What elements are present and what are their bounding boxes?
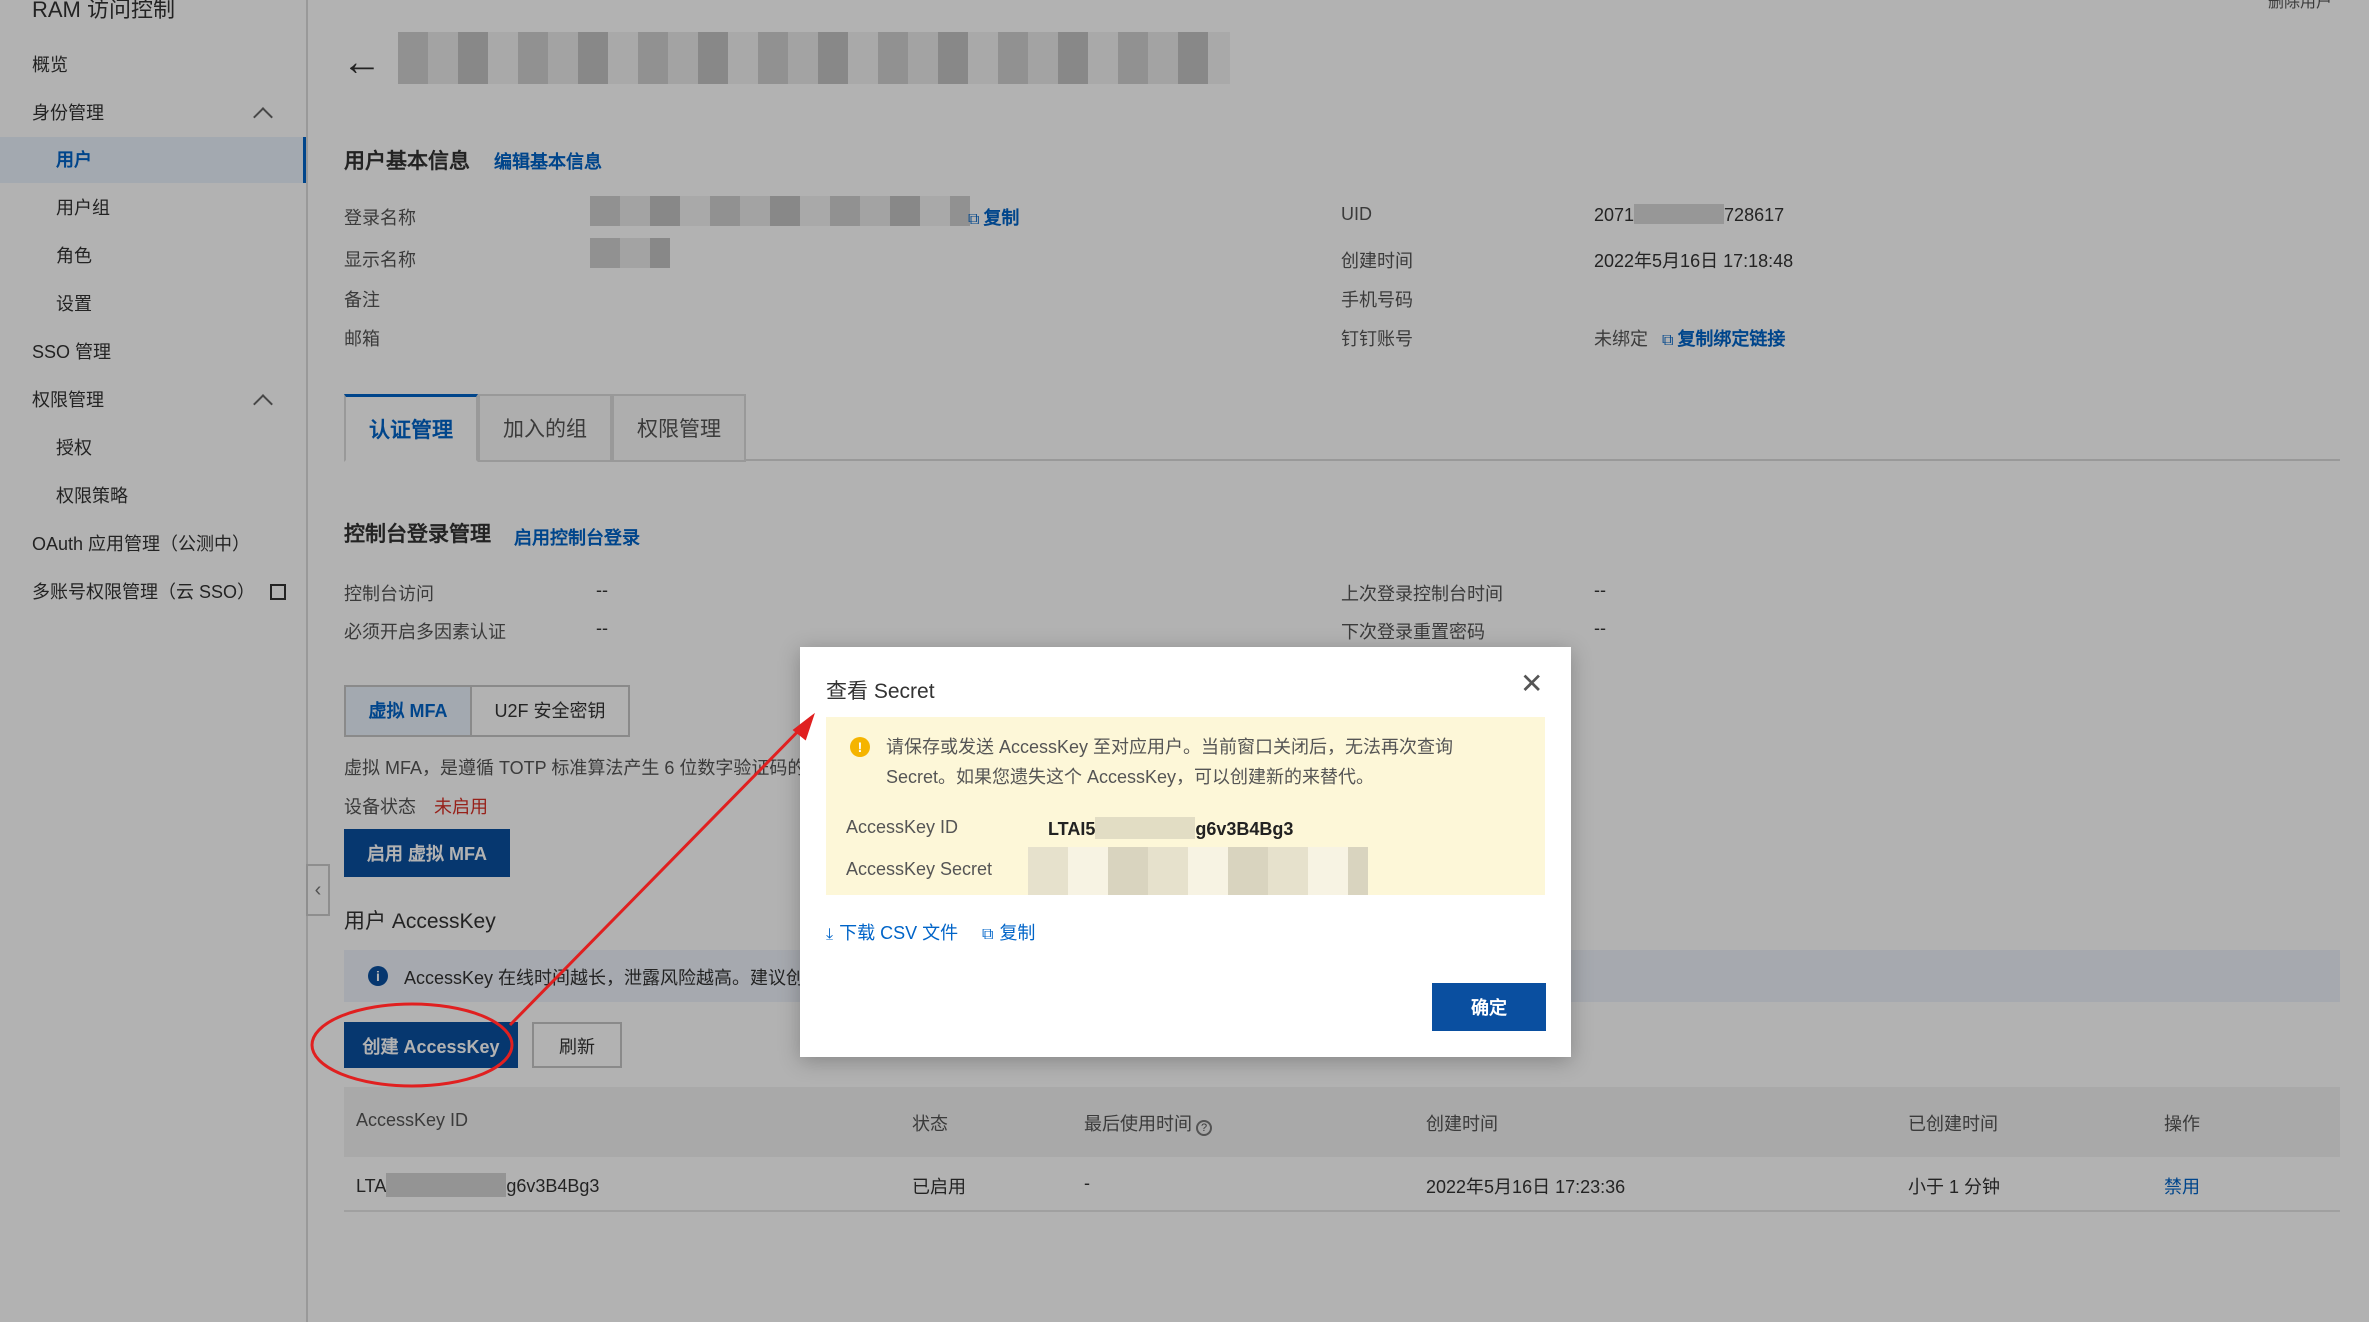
confirm-button[interactable]: 确定 bbox=[1432, 983, 1546, 1031]
warning-box: ! 请保存或发送 AccessKey 至对应用户。当前窗口关闭后，无法再次查询 … bbox=[826, 717, 1545, 895]
download-icon: ⤓ bbox=[826, 926, 834, 943]
view-secret-dialog: 查看 Secret ✕ ! 请保存或发送 AccessKey 至对应用户。当前窗… bbox=[800, 647, 1571, 1057]
warning-text-1: 请保存或发送 AccessKey 至对应用户。当前窗口关闭后，无法再次查询 bbox=[886, 737, 1454, 757]
warning-text-2: Secret。如果您遗失这个 AccessKey，可以创建新的来替代。 bbox=[886, 767, 1375, 787]
copy-icon: ⧉ bbox=[982, 926, 994, 943]
download-csv-link[interactable]: ⤓ 下载 CSV 文件 bbox=[826, 919, 958, 945]
redacted-secret bbox=[1028, 847, 1368, 895]
copy-secret-link[interactable]: ⧉ 复制 bbox=[982, 919, 1035, 945]
dialog-title: 查看 Secret bbox=[826, 680, 935, 703]
close-icon[interactable]: ✕ bbox=[1520, 667, 1543, 700]
accesskey-id-label: AccessKey ID bbox=[846, 817, 959, 837]
accesskey-secret-label: AccessKey Secret bbox=[846, 859, 993, 879]
accesskey-id-value: LTAI5 g6v3B4Bg3 bbox=[1048, 817, 1294, 839]
warning-icon: ! bbox=[850, 737, 870, 757]
